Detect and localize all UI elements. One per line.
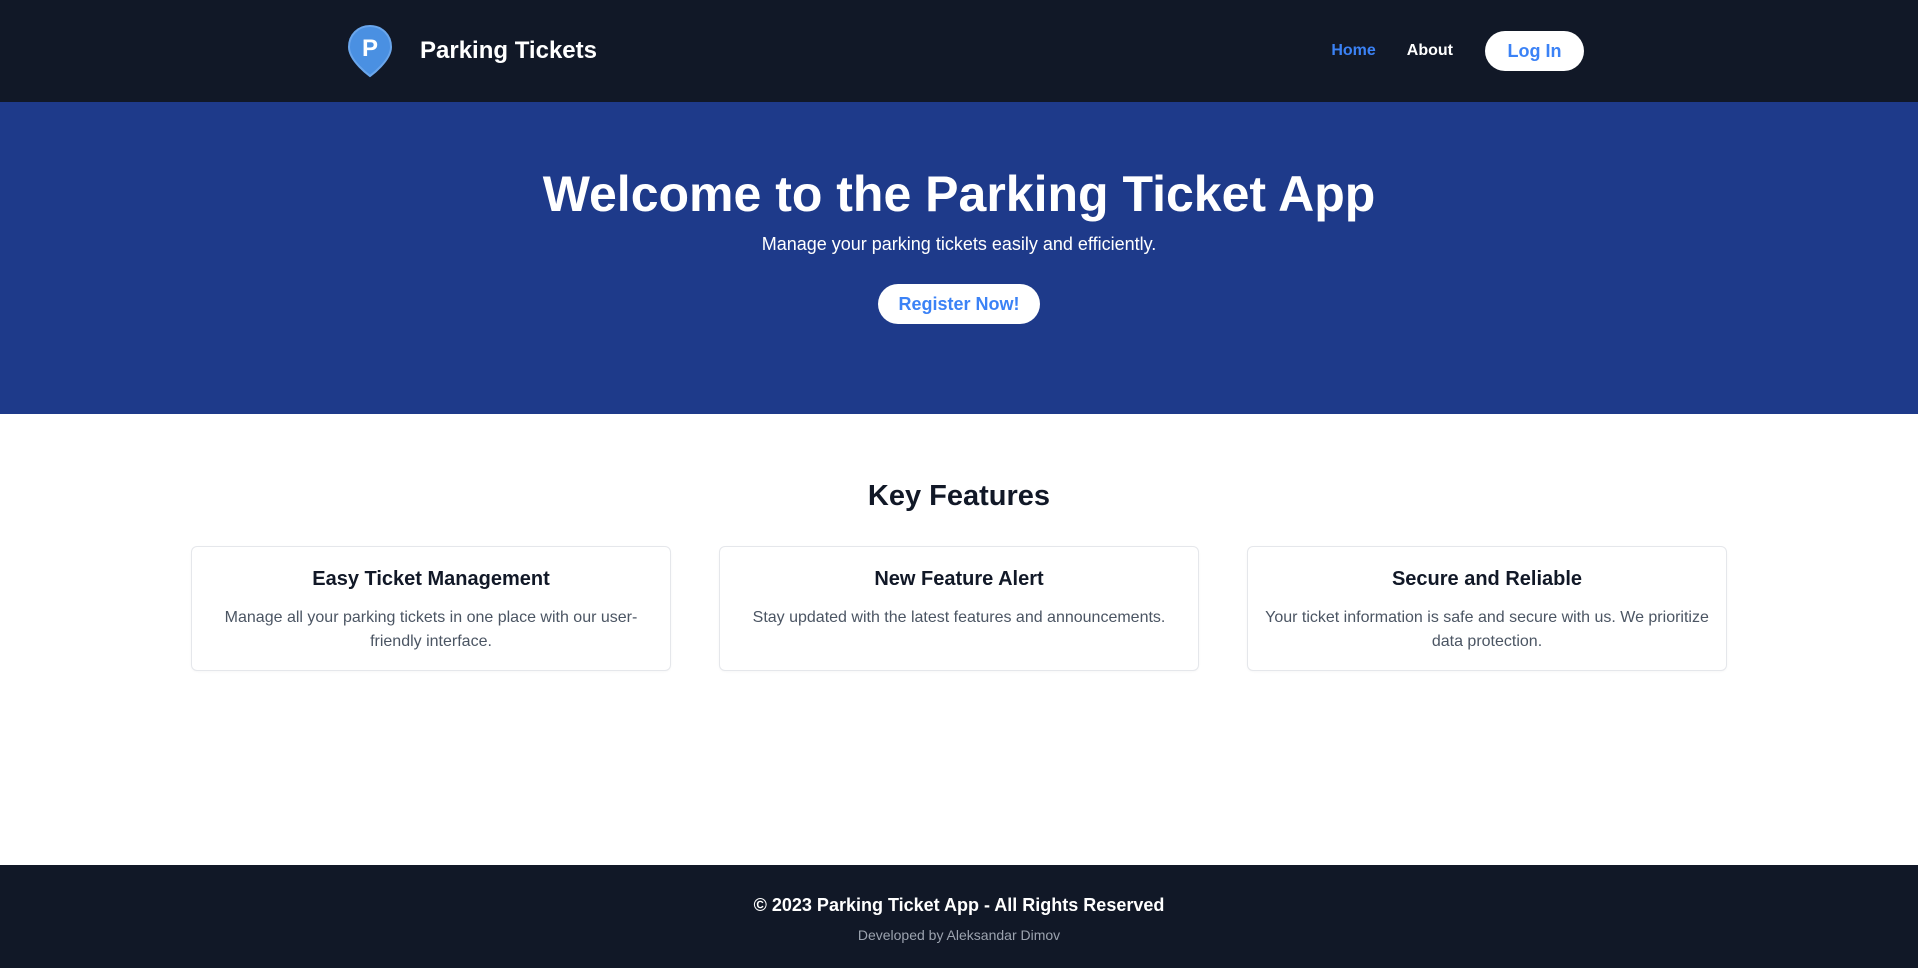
hero-subtitle: Manage your parking tickets easily and e…: [761, 234, 1157, 254]
feature-card-text: Your ticket information is safe and secu…: [1265, 609, 1709, 650]
footer: © 2023 Parking Ticket App - All Rights R…: [0, 865, 1918, 968]
feature-card-title: Easy Ticket Management: [312, 568, 550, 590]
footer-copyright: © 2023 Parking Ticket App - All Rights R…: [753, 895, 1165, 915]
feature-card-title: Secure and Reliable: [1391, 568, 1583, 590]
footer-developer: Developed by Aleksandar Dimov: [857, 927, 1061, 943]
hero-section: Welcome to the Parking Ticket App Manage…: [0, 102, 1918, 414]
hero-title: Welcome to the Parking Ticket App: [542, 166, 1376, 222]
feature-card-secure: Secure and Reliable Your ticket informat…: [1247, 546, 1727, 671]
brand[interactable]: P Parking Tickets: [346, 24, 597, 78]
feature-card-new-feature: New Feature Alert Stay updated with the …: [719, 546, 1199, 671]
feature-card-text: Manage all your parking tickets in one p…: [224, 609, 638, 650]
nav-about-link[interactable]: About: [1407, 42, 1453, 60]
feature-card-title: New Feature Alert: [874, 568, 1044, 590]
nav-home-link[interactable]: Home: [1331, 42, 1375, 60]
brand-name: Parking Tickets: [420, 37, 597, 64]
feature-card-text: Stay updated with the latest features an…: [752, 609, 1166, 626]
parking-pin-icon: P: [347, 24, 393, 78]
nav-links: Home About Log In: [1331, 31, 1584, 71]
features-title: Key Features: [867, 480, 1051, 512]
login-button[interactable]: Log In: [1485, 31, 1584, 71]
register-button[interactable]: Register Now!: [878, 284, 1040, 324]
navbar: P Parking Tickets Home About Log In: [0, 0, 1918, 102]
feature-card-ticket-management: Easy Ticket Management Manage all your p…: [191, 546, 671, 671]
logo-letter: P: [362, 35, 378, 62]
